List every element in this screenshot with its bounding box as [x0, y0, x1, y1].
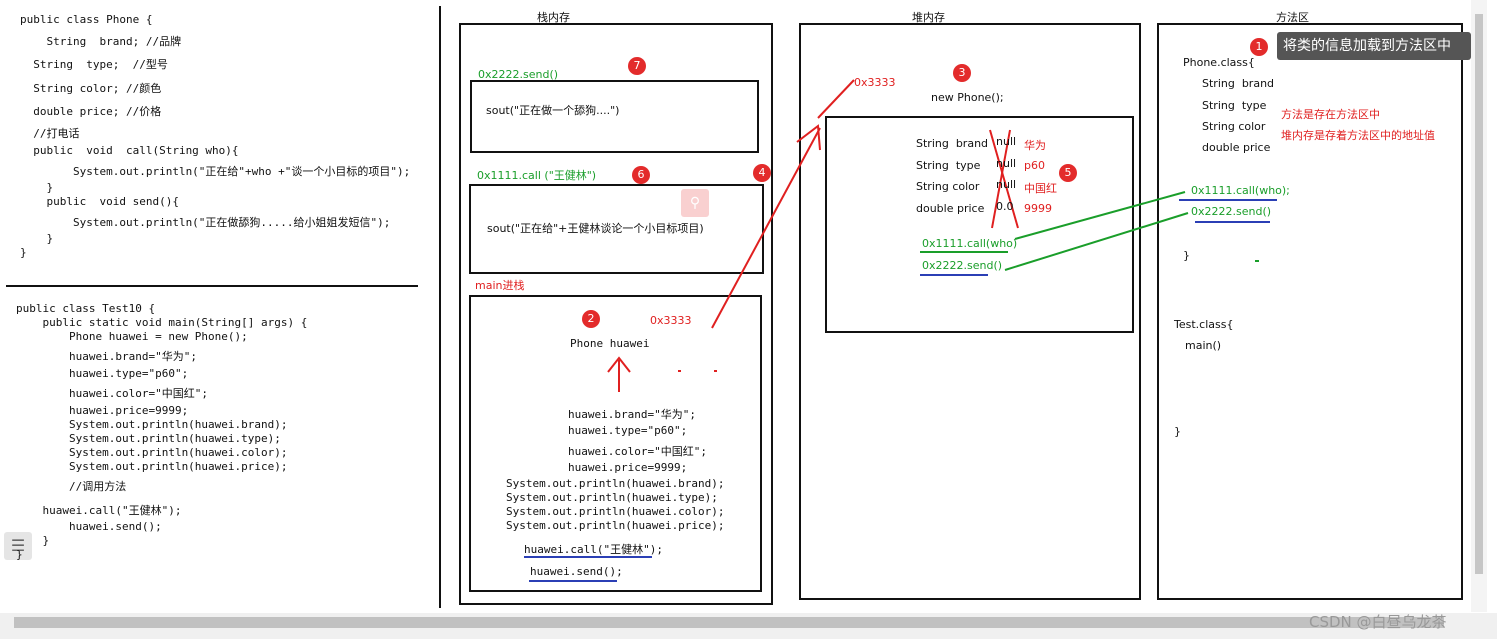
- heap-field-name: double price: [916, 202, 985, 215]
- code-line: }: [20, 246, 27, 259]
- red-dots: [678, 370, 717, 372]
- heap-field-default: 0.0: [996, 200, 1014, 213]
- heap-field-value: 中国红: [1024, 182, 1057, 195]
- code-line: //打电话: [20, 127, 80, 140]
- code-line: String color; //颜色: [20, 82, 162, 95]
- heap-field-value: 华为: [1024, 139, 1046, 152]
- main-line: huawei.type="p60";: [568, 424, 688, 437]
- search-icon[interactable]: ⚲: [681, 189, 709, 217]
- code-line: Phone huawei = new Phone();: [16, 330, 248, 343]
- code-line: //调用方法: [16, 480, 127, 493]
- main-line: System.out.println(huawei.color);: [506, 505, 725, 518]
- main-line: System.out.println(huawei.price);: [506, 519, 725, 532]
- main-line: huawei.color="中国红";: [568, 445, 707, 458]
- code-line: huawei.color="中国红";: [16, 387, 208, 400]
- code-line: System.out.println(huawei.brand);: [16, 418, 288, 431]
- watermark: CSDN @白昼乌龙茶: [1309, 613, 1447, 631]
- heap-field-name: String brand: [916, 137, 989, 150]
- code-line: System.out.println("正在给"+who +"谈一个小目标的项目…: [20, 165, 411, 178]
- heap-field-default: null: [996, 178, 1017, 191]
- heap-field-name: String color: [916, 180, 980, 193]
- heap-field-name: String type: [916, 159, 981, 172]
- code-line: public void call(String who){: [20, 144, 239, 157]
- red-arrow-up: [607, 356, 631, 392]
- main-line: System.out.println(huawei.brand);: [506, 477, 725, 490]
- code-line: String brand; //品牌: [20, 35, 182, 48]
- code-line: public class Test10 {: [16, 302, 156, 315]
- horizontal-scrollbar-thumb[interactable]: [14, 617, 1444, 628]
- heap-field-value: p60: [1024, 159, 1045, 172]
- code-line: }: [16, 548, 23, 561]
- red-arrow-stack-to-heap: [711, 79, 855, 329]
- heap-field-default: null: [996, 135, 1017, 148]
- code-line: public void send(){: [20, 195, 179, 208]
- code-line: huawei.brand="华为";: [16, 350, 197, 363]
- code-line: huawei.type="p60";: [16, 367, 189, 380]
- method-area-field: double price: [1202, 141, 1271, 154]
- method-area-field: String color: [1202, 120, 1266, 133]
- code-line: huawei.send();: [16, 520, 162, 533]
- method-area-field: String brand: [1202, 77, 1275, 90]
- code-line: System.out.println(huawei.color);: [16, 446, 288, 459]
- code-line: System.out.println(huawei.type);: [16, 432, 281, 445]
- heap-field-value: 9999: [1024, 202, 1052, 215]
- code-line: public class Phone {: [20, 13, 153, 26]
- code-line: }: [20, 181, 54, 194]
- code-line: public static void main(String[] args) {: [16, 316, 308, 329]
- main-line: System.out.println(huawei.type);: [506, 491, 718, 504]
- code-line: System.out.println(huawei.price);: [16, 460, 288, 473]
- code-line: }: [20, 232, 54, 245]
- code-line: huawei.price=9999;: [16, 404, 189, 417]
- code-line: String type; //型号: [20, 58, 168, 71]
- main-line: huawei.price=9999;: [568, 461, 688, 474]
- method-area-field: String type: [1202, 99, 1267, 112]
- code-line: System.out.println("正在做舔狗.....给小姐姐发短信");: [20, 216, 391, 229]
- code-line: huawei.call("王健林");: [16, 504, 182, 517]
- code-line: }: [16, 534, 50, 547]
- vertical-scrollbar-thumb[interactable]: [1475, 14, 1483, 574]
- code-line: double price; //价格: [20, 105, 162, 118]
- main-line: huawei.brand="华为";: [568, 408, 696, 421]
- heap-field-default: null: [996, 157, 1017, 170]
